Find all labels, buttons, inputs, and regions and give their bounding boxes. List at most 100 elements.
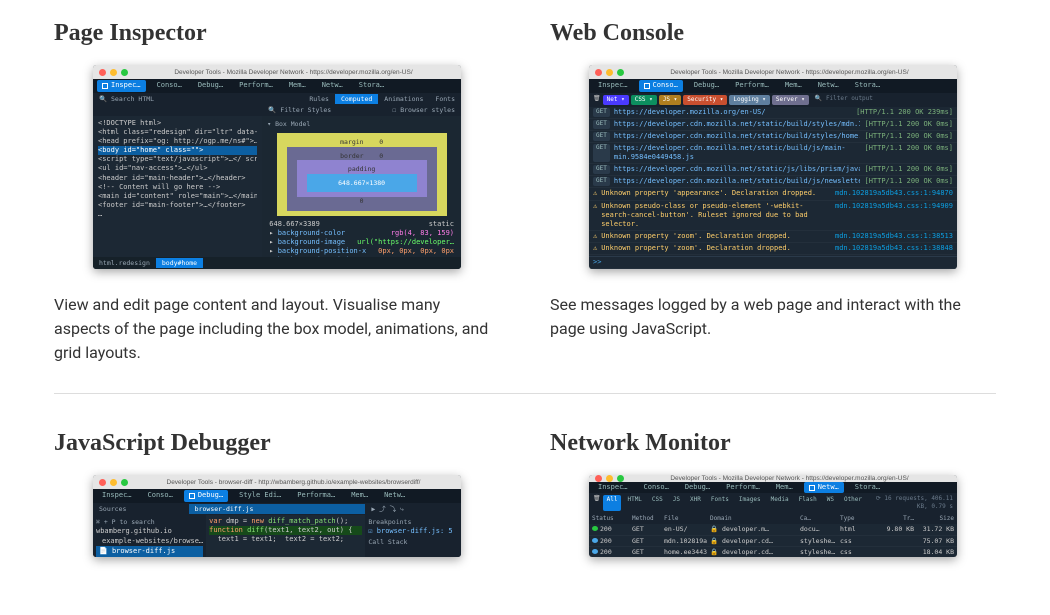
tab-storage[interactable]: Stora… (850, 80, 885, 91)
tab-network[interactable]: Netw… (317, 80, 348, 91)
sources-tree[interactable]: ⌘ + P to search wbamberg.github.io examp… (93, 515, 206, 557)
filter-server[interactable]: Server ▾ (772, 95, 809, 105)
type-pill[interactable]: HTML (623, 495, 645, 511)
screenshot-page-inspector[interactable]: Developer Tools - Mozilla Developer Netw… (93, 65, 461, 269)
minimize-icon[interactable] (110, 69, 117, 76)
tab-performance[interactable]: Perform… (234, 80, 278, 91)
tab-memory[interactable]: Mem… (771, 482, 798, 493)
console-net-line[interactable]: GEThttps://developer.cdn.mozilla.net/sta… (589, 119, 957, 131)
html-tree-line[interactable]: <!-- Content will go here --> (98, 183, 257, 192)
console-net-line[interactable]: GEThttps://developer.cdn.mozilla.net/sta… (589, 164, 957, 176)
screenshot-js-debugger[interactable]: Developer Tools - browser-diff - http://… (93, 475, 461, 557)
tab-console[interactable]: Conso… (143, 490, 178, 501)
breakpoint-item[interactable]: ☑ browser-diff.js: 5 (368, 527, 458, 536)
tab-inspector[interactable]: Inspec… (97, 80, 146, 91)
tab-debugger[interactable]: Debug… (184, 490, 228, 501)
html-tree-line[interactable]: … (98, 210, 257, 219)
html-tree-line[interactable]: <main id="content" role="main">…</main> (98, 192, 257, 201)
tab-debugger[interactable]: Debug… (689, 80, 724, 91)
filter-security[interactable]: Security ▾ (683, 95, 727, 105)
console-net-line[interactable]: GEThttps://developer.mozilla.org/en-US/[… (589, 107, 957, 119)
html-tree-line[interactable]: <footer id="main-footer">…</footer> (98, 201, 257, 210)
breadcrumb-item[interactable]: body#home (156, 258, 203, 268)
network-row[interactable]: 200GETen-US/🔒 developer.m…docu…html9.80 … (589, 524, 957, 535)
console-warn-line[interactable]: ⚠Unknown property 'zoom'. Declaration dr… (589, 243, 957, 255)
filter-logging[interactable]: Logging ▾ (729, 95, 770, 105)
type-pill[interactable]: Media (767, 495, 793, 511)
tab-debugger[interactable]: Debug… (193, 80, 228, 91)
type-pill[interactable]: XHR (686, 495, 705, 511)
tab-inspector[interactable]: Inspec… (593, 482, 633, 493)
trash-icon[interactable]: 🗑 (593, 95, 601, 105)
console-warn-line[interactable]: ⚠Unknown property 'zoom'. Declaration dr… (589, 231, 957, 243)
html-tree-line[interactable]: <html class="redesign" dir="ltr" data-ff… (98, 128, 257, 137)
screenshot-web-console[interactable]: Developer Tools - Mozilla Developer Netw… (589, 65, 957, 269)
console-net-line[interactable]: GEThttps://developer.cdn.mozilla.net/sta… (589, 143, 957, 164)
tab-console[interactable]: Conso… (639, 80, 683, 91)
tab-style-editor[interactable]: Style Edi… (234, 490, 286, 501)
subtab-rules[interactable]: Rules (303, 94, 335, 104)
source-item[interactable]: example-websites/browse… (96, 537, 203, 546)
tab-memory[interactable]: Mem… (780, 80, 807, 91)
filter-js[interactable]: JS ▾ (659, 95, 681, 105)
type-pill[interactable]: Other (840, 495, 866, 511)
tab-network[interactable]: Netw… (804, 482, 844, 493)
tab-memory[interactable]: Mem… (346, 490, 373, 501)
html-tree-line[interactable]: <body id="home" class=""> (98, 146, 257, 155)
html-tree-line[interactable]: <ul id="nav-access">…</ul> (98, 164, 257, 173)
console-warn-line[interactable]: ⚠Unknown pseudo-class or pseudo-element … (589, 201, 957, 231)
zoom-icon[interactable] (121, 69, 128, 76)
tab-memory[interactable]: Mem… (284, 80, 311, 91)
type-pill[interactable]: JS (669, 495, 684, 511)
html-tree-line[interactable]: <!DOCTYPE html> (98, 119, 257, 128)
tab-console[interactable]: Conso… (639, 482, 674, 493)
filter-styles-input[interactable]: 🔍 Filter Styles (262, 105, 386, 115)
type-pill[interactable]: CSS (648, 495, 667, 511)
breadcrumb-item[interactable]: html.redesign (93, 258, 156, 268)
minimize-icon[interactable] (606, 475, 613, 482)
type-pill[interactable]: Fonts (707, 495, 733, 511)
network-row[interactable]: 200GEThome.ee34437dcc77.css🔒 developer.c… (589, 547, 957, 557)
debugger-controls[interactable]: ▶ ⤴ ⤵ ⤷ (365, 504, 461, 514)
console-prompt[interactable]: >> (589, 256, 957, 269)
tab-storage[interactable]: Stora… (354, 80, 389, 91)
code-pane[interactable]: var dmp = new diff_match_patch(); functi… (206, 515, 365, 557)
tab-storage[interactable]: Stora… (850, 482, 885, 493)
minimize-icon[interactable] (110, 479, 117, 486)
file-tab[interactable]: browser-diff.js (189, 504, 366, 514)
search-html-input[interactable]: 🔍 Search HTML (93, 94, 303, 104)
tab-network[interactable]: Netw… (813, 80, 844, 91)
type-pill-all[interactable]: All (603, 495, 622, 511)
close-icon[interactable] (99, 479, 106, 486)
minimize-icon[interactable] (606, 69, 613, 76)
html-tree-line[interactable]: <header id="main-header">…</header> (98, 174, 257, 183)
tab-performance[interactable]: Performa… (292, 490, 340, 501)
subtab-fonts[interactable]: Fonts (429, 94, 461, 104)
filter-css[interactable]: CSS ▾ (631, 95, 657, 105)
console-net-line[interactable]: GEThttps://developer.cdn.mozilla.net/sta… (589, 131, 957, 143)
source-item-selected[interactable]: 📄 browser-diff.js (96, 546, 203, 557)
html-tree-line[interactable]: <head prefix="og: http://ogp.me/ns#">…</… (98, 137, 257, 146)
filter-net[interactable]: Net ▾ (603, 95, 629, 105)
tab-performance[interactable]: Perform… (721, 482, 765, 493)
type-pill[interactable]: Images (735, 495, 765, 511)
browser-styles-toggle[interactable]: ☐ Browser styles (386, 105, 461, 115)
subtab-animations[interactable]: Animations (378, 94, 429, 104)
zoom-icon[interactable] (121, 479, 128, 486)
source-item[interactable]: wbamberg.github.io (96, 527, 203, 536)
type-pill[interactable]: WS (823, 495, 838, 511)
trash-icon[interactable]: 🗑 (593, 495, 601, 511)
tab-network[interactable]: Netw… (379, 490, 410, 501)
html-tree-line[interactable]: <script type="text/javascript">…</ scrip… (98, 155, 257, 164)
html-tree-pane[interactable]: <!DOCTYPE html><html class="redesign" di… (93, 116, 262, 257)
close-icon[interactable] (595, 69, 602, 76)
zoom-icon[interactable] (617, 475, 624, 482)
tab-inspector[interactable]: Inspec… (593, 80, 633, 91)
console-warn-line[interactable]: ⚠Unknown property 'appearance'. Declarat… (589, 188, 957, 200)
close-icon[interactable] (595, 475, 602, 482)
tab-inspector[interactable]: Inspec… (97, 490, 137, 501)
tab-performance[interactable]: Perform… (730, 80, 774, 91)
close-icon[interactable] (99, 69, 106, 76)
zoom-icon[interactable] (617, 69, 624, 76)
network-row[interactable]: 200GETmdn.102819a5db43.css🔒 developer.cd… (589, 536, 957, 547)
